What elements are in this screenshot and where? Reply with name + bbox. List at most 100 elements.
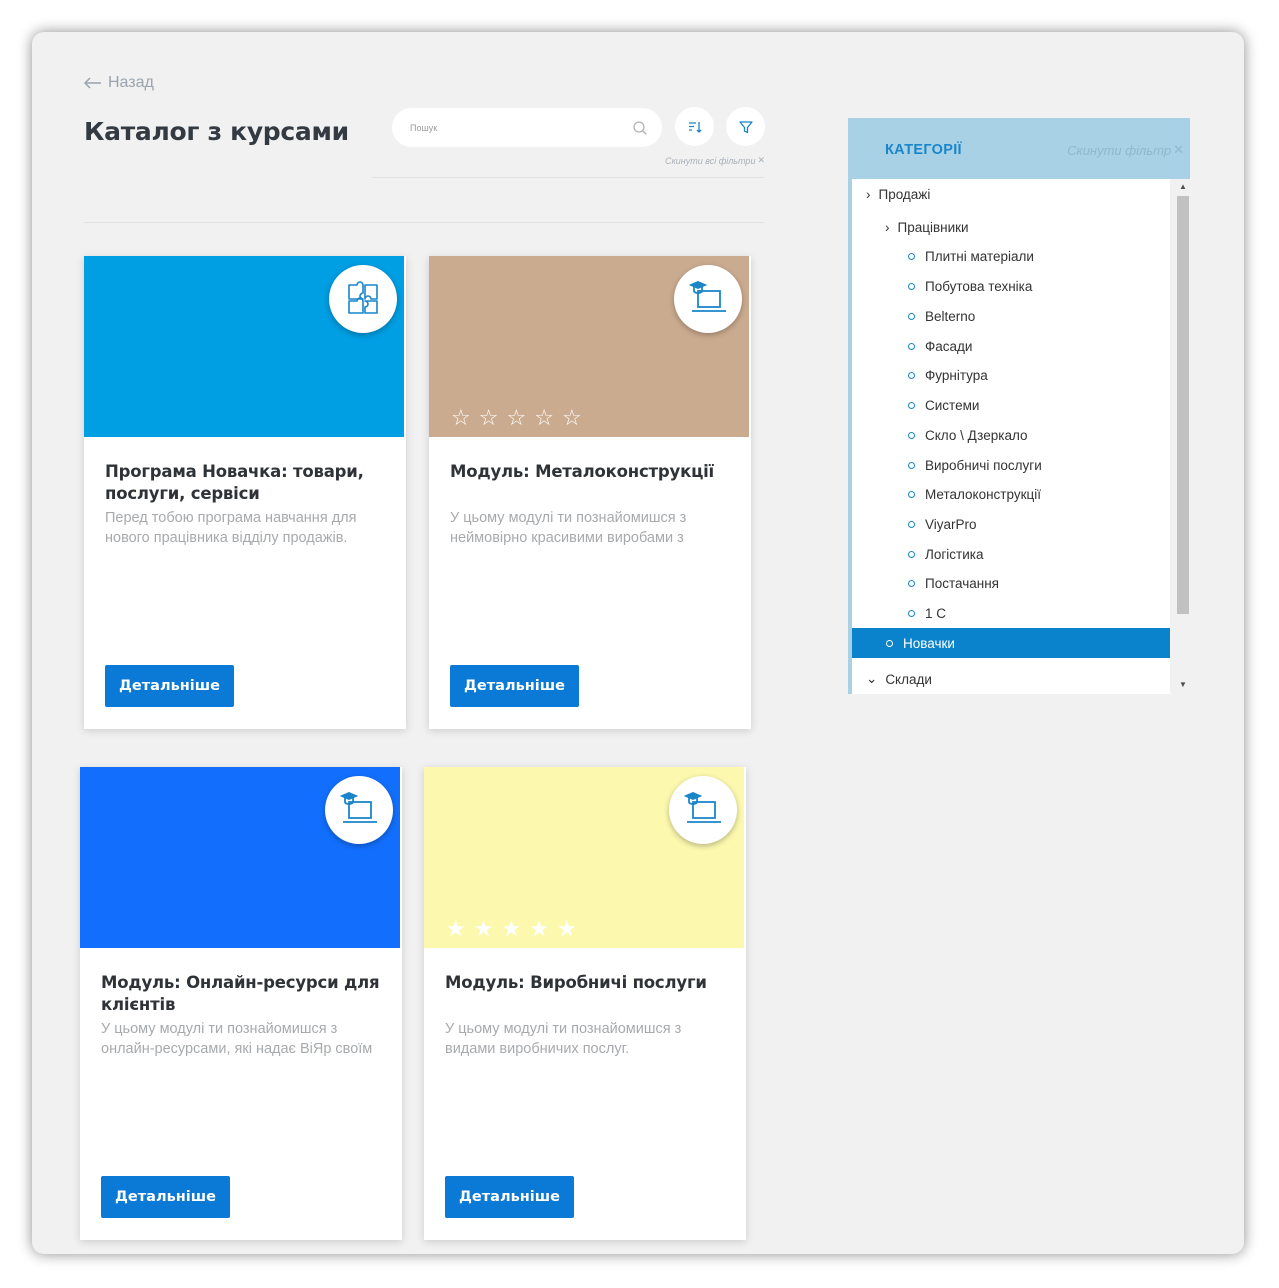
course-description: У цьому модулі ти познайомишся з онлайн-… — [101, 1021, 373, 1057]
back-link[interactable]: Назад — [83, 74, 154, 92]
circle-bullet-icon — [908, 431, 915, 439]
chevron-down-icon[interactable]: ⌄ — [866, 671, 877, 687]
search-input[interactable] — [410, 122, 632, 133]
course-description: У цьому модулі ти познайомишся з неймові… — [450, 510, 687, 546]
category-item[interactable]: Фасади — [852, 331, 1170, 361]
scroll-down-icon[interactable]: ▼ — [1179, 680, 1187, 689]
course-title[interactable]: Програма Новачка: товари, послуги, серві… — [105, 461, 385, 505]
course-cover — [80, 767, 400, 948]
star-filled-icon[interactable]: ★ — [529, 918, 549, 940]
chevron-right-icon[interactable]: › — [885, 220, 890, 235]
categories-title: КАТЕГОРІЇ — [885, 142, 962, 158]
course-card[interactable]: Модуль: Онлайн-ресурси для клієнтів У ць… — [80, 767, 402, 1240]
circle-bullet-icon — [908, 401, 915, 409]
divider — [84, 222, 764, 223]
circle-bullet-icon — [908, 520, 915, 528]
star-empty-icon[interactable]: ☆ — [534, 407, 554, 429]
course-description: Перед тобою програма навчання для нового… — [105, 510, 357, 546]
course-card[interactable]: Програма Новачка: товари, послуги, серві… — [84, 256, 406, 729]
category-label: ViyarPro — [925, 516, 977, 532]
course-cover: ☆ ☆ ☆ ☆ ☆ — [429, 256, 749, 437]
circle-bullet-icon — [908, 461, 915, 469]
scroll-up-icon[interactable]: ▲ — [1179, 182, 1187, 191]
category-item[interactable]: Виробничі послуги — [852, 450, 1170, 480]
categories-header: КАТЕГОРІЇ Скинути фільтр ✕ — [848, 118, 1190, 179]
filter-icon — [738, 120, 753, 133]
categories-tree: › Продажі › Працівники Плитні матеріали … — [848, 179, 1190, 694]
circle-bullet-icon — [908, 371, 915, 379]
filter-button[interactable] — [726, 107, 765, 146]
categories-scrollbar[interactable]: ▲ ▼ — [1176, 180, 1190, 694]
selection-bar — [848, 179, 851, 209]
category-item[interactable]: ⌄ Склади — [852, 664, 1170, 694]
rating-stars[interactable]: ★ ★ ★ ★ ★ — [446, 918, 577, 940]
category-item[interactable]: 1 С — [852, 598, 1170, 628]
category-label: Фасади — [925, 338, 973, 354]
category-item[interactable]: Скло \ Дзеркало — [852, 420, 1170, 450]
category-item-active[interactable]: Новачки — [852, 628, 1170, 658]
star-empty-icon[interactable]: ☆ — [451, 407, 471, 429]
circle-bullet-icon — [908, 342, 915, 350]
category-label: Системи — [925, 397, 980, 413]
category-item[interactable]: › Продажі — [852, 179, 1170, 209]
course-description: У цьому модулі ти познайомишся з видами … — [445, 1021, 682, 1057]
divider — [372, 177, 764, 178]
circle-bullet-icon — [908, 282, 915, 290]
category-item[interactable]: Логістика — [852, 539, 1170, 569]
category-label: Працівники — [897, 219, 969, 235]
star-filled-icon[interactable]: ★ — [501, 918, 521, 940]
reset-filter-link[interactable]: Скинути фільтр ✕ — [1067, 142, 1184, 158]
laptop-graduation-icon — [674, 265, 742, 333]
category-label: Продажі — [878, 186, 931, 202]
star-empty-icon[interactable]: ☆ — [506, 407, 526, 429]
details-button[interactable]: Детальніше — [450, 665, 579, 707]
details-button[interactable]: Детальніше — [105, 665, 234, 707]
category-item[interactable]: › Працівники — [852, 212, 1170, 242]
category-label: Новачки — [903, 635, 955, 651]
search-box[interactable] — [392, 108, 662, 147]
category-label: Логістика — [925, 546, 984, 562]
category-item[interactable]: Постачання — [852, 568, 1170, 598]
rating-stars[interactable]: ☆ ☆ ☆ ☆ ☆ — [451, 407, 582, 429]
category-label: Побутова техніка — [925, 278, 1033, 294]
arrow-left-icon — [83, 75, 102, 91]
star-empty-icon[interactable]: ☆ — [479, 407, 499, 429]
chevron-right-icon[interactable]: › — [866, 187, 871, 202]
reset-filter-label: Скинути фільтр — [1067, 142, 1172, 158]
course-title[interactable]: Модуль: Онлайн-ресурси для клієнтів — [101, 972, 381, 1016]
category-item[interactable]: ViyarPro — [852, 509, 1170, 539]
course-title[interactable]: Модуль: Металоконструкції — [450, 461, 730, 483]
star-filled-icon[interactable]: ★ — [474, 918, 494, 940]
page-title: Каталог з курсами — [84, 117, 349, 146]
circle-bullet-icon — [908, 579, 915, 587]
course-card[interactable]: ★ ★ ★ ★ ★ Модуль: Виробничі послуги У ць… — [424, 767, 746, 1240]
star-empty-icon[interactable]: ☆ — [562, 407, 582, 429]
category-label: 1 С — [925, 605, 947, 621]
category-label: Склади — [885, 671, 932, 687]
categories-panel: КАТЕГОРІЇ Скинути фільтр ✕ › Продажі › П… — [848, 118, 1190, 694]
circle-bullet-icon — [908, 609, 915, 617]
category-item[interactable]: Металоконструкції — [852, 479, 1170, 509]
close-icon: ✕ — [757, 155, 765, 165]
category-label: Виробничі послуги — [925, 457, 1042, 473]
category-item[interactable]: Побутова техніка — [852, 271, 1170, 301]
category-item[interactable]: Belterno — [852, 301, 1170, 331]
search-icon[interactable] — [632, 120, 648, 136]
circle-bullet-icon — [908, 312, 915, 320]
course-title[interactable]: Модуль: Виробничі послуги — [445, 972, 725, 994]
category-item[interactable]: Системи — [852, 390, 1170, 420]
category-item[interactable]: Плитні матеріали — [852, 241, 1170, 271]
star-filled-icon[interactable]: ★ — [557, 918, 577, 940]
course-card[interactable]: ☆ ☆ ☆ ☆ ☆ Модуль: Металоконструкції У ць… — [429, 256, 751, 729]
category-label: Плитні матеріали — [925, 248, 1034, 264]
circle-bullet-icon — [908, 252, 915, 260]
details-button[interactable]: Детальніше — [101, 1176, 230, 1218]
selection-bar — [848, 664, 851, 694]
category-item[interactable]: Фурнітура — [852, 360, 1170, 390]
laptop-graduation-icon — [669, 776, 737, 844]
star-filled-icon[interactable]: ★ — [446, 918, 466, 940]
sort-button[interactable] — [675, 107, 714, 146]
details-button[interactable]: Детальніше — [445, 1176, 574, 1218]
reset-all-filters-link[interactable]: Скинути всі фільтри ✕ — [665, 155, 765, 166]
scrollbar-thumb[interactable] — [1177, 196, 1189, 614]
